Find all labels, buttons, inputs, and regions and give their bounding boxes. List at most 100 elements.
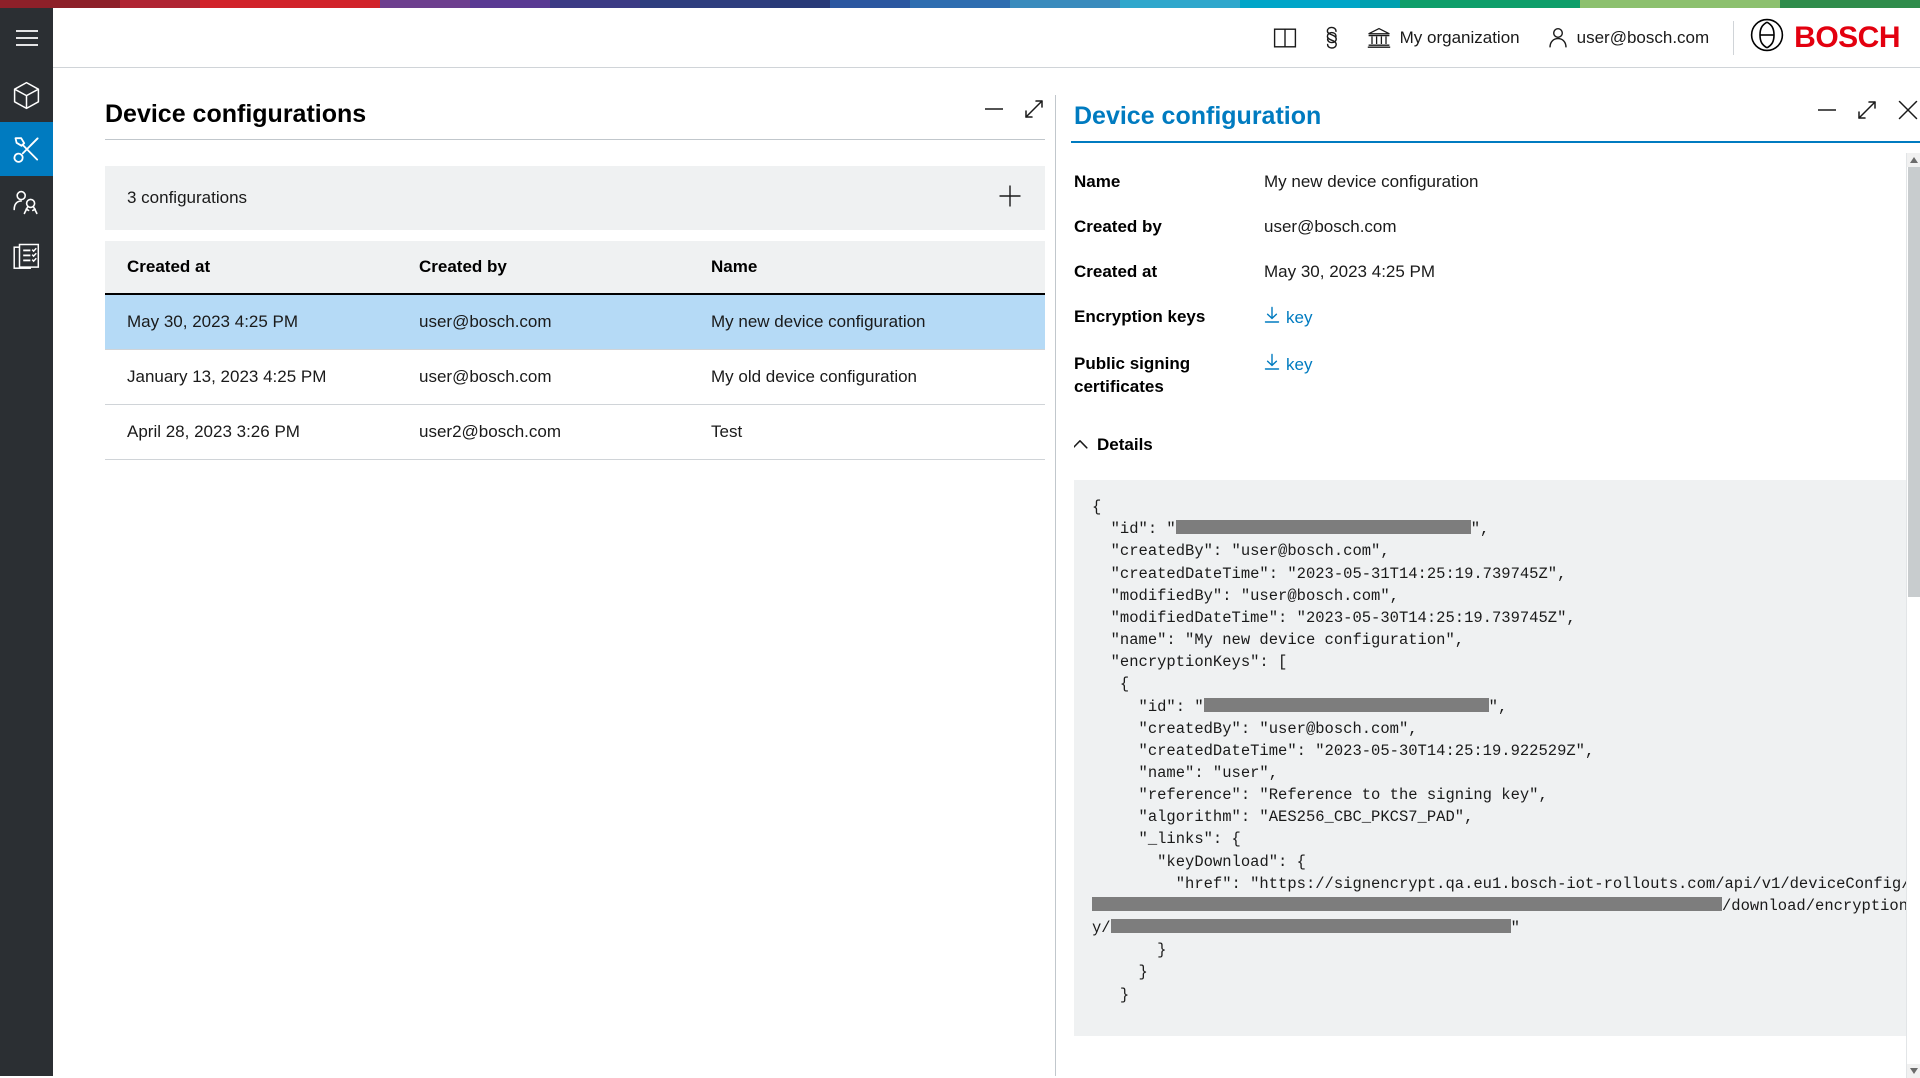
supergraphic-segment xyxy=(1010,0,1120,8)
redacted-value xyxy=(1176,520,1471,534)
user-account-button[interactable]: user@bosch.com xyxy=(1534,8,1724,68)
sidebar-item-access[interactable] xyxy=(0,176,53,230)
bosch-anchor-icon xyxy=(1750,18,1784,57)
cell-name: Test xyxy=(689,405,1045,460)
minimize-icon[interactable] xyxy=(1816,103,1838,122)
sidebar-item-documents[interactable] xyxy=(0,230,53,284)
field-encryption-keys: Encryption keys key xyxy=(1074,306,1920,331)
field-label: Name xyxy=(1074,171,1264,194)
header-divider xyxy=(1733,21,1734,55)
field-value: key xyxy=(1264,353,1312,399)
supergraphic-segment xyxy=(380,0,470,8)
expand-icon[interactable] xyxy=(1856,99,1878,126)
app-header: My organization user@bosch.com BOSCH xyxy=(53,8,1920,68)
list-panel-header: Device configurations xyxy=(105,98,1045,139)
chevron-up-icon xyxy=(1074,435,1088,455)
field-value: My new device configuration xyxy=(1264,171,1479,194)
download-link-label: key xyxy=(1286,307,1312,330)
table-row[interactable]: April 28, 2023 3:26 PM user2@bosch.com T… xyxy=(105,405,1045,460)
field-created-by: Created by user@bosch.com xyxy=(1074,216,1920,239)
detail-scroll-area: Name My new device configuration Created… xyxy=(1074,143,1920,1068)
download-link-label: key xyxy=(1286,354,1312,377)
list-panel-controls xyxy=(983,98,1045,129)
device-configuration-detail-panel: Device configuration xyxy=(1074,98,1920,1076)
configurations-table: Created at Created by Name May 30, 2023 … xyxy=(105,241,1045,460)
cell-created-at: May 30, 2023 4:25 PM xyxy=(105,294,397,350)
cell-created-by: user@bosch.com xyxy=(397,350,689,405)
configuration-json: { "id": "", "createdBy": "user@bosch.com… xyxy=(1074,480,1920,1036)
table-header-row: Created at Created by Name xyxy=(105,241,1045,294)
field-name: Name My new device configuration xyxy=(1074,171,1920,194)
sidebar-item-tools[interactable] xyxy=(0,122,53,176)
supergraphic-segment xyxy=(0,0,120,8)
tools-icon xyxy=(12,135,41,164)
organization-icon xyxy=(1367,27,1391,49)
cell-name: My old device configuration xyxy=(689,350,1045,405)
field-label: Encryption keys xyxy=(1074,306,1264,331)
list-panel-underline xyxy=(105,139,1045,140)
supergraphic-segment xyxy=(550,0,640,8)
close-icon[interactable] xyxy=(1896,98,1920,127)
detail-panel-controls xyxy=(1816,98,1920,131)
table-row[interactable]: January 13, 2023 4:25 PM user@bosch.com … xyxy=(105,350,1045,405)
supergraphic-segment xyxy=(120,0,200,8)
scrollbar-thumb[interactable] xyxy=(1908,167,1920,597)
plus-icon[interactable] xyxy=(997,183,1023,214)
field-label: Created at xyxy=(1074,261,1264,284)
configuration-count: 3 configurations xyxy=(127,188,247,208)
user-icon xyxy=(1548,27,1568,49)
download-signing-certificate-link[interactable]: key xyxy=(1264,353,1312,378)
cell-created-by: user2@bosch.com xyxy=(397,405,689,460)
expand-icon[interactable] xyxy=(1023,98,1045,125)
organization-button[interactable]: My organization xyxy=(1353,8,1534,68)
cell-created-by: user@bosch.com xyxy=(397,294,689,350)
field-label: Created by xyxy=(1074,216,1264,239)
supergraphic-segment xyxy=(200,0,380,8)
cell-created-at: January 13, 2023 4:25 PM xyxy=(105,350,397,405)
bosch-wordmark: BOSCH xyxy=(1794,21,1900,55)
redacted-value xyxy=(1111,919,1511,933)
supergraphic-segment xyxy=(640,0,770,8)
redacted-value xyxy=(1092,897,1722,911)
table-row[interactable]: May 30, 2023 4:25 PM user@bosch.com My n… xyxy=(105,294,1045,350)
table-body: May 30, 2023 4:25 PM user@bosch.com My n… xyxy=(105,294,1045,460)
field-created-at: Created at May 30, 2023 4:25 PM xyxy=(1074,261,1920,284)
supergraphic-segment xyxy=(1360,0,1400,8)
sidebar-item-devices[interactable] xyxy=(0,68,53,122)
supergraphic-segment xyxy=(1240,0,1360,8)
supergraphic-segment xyxy=(830,0,910,8)
table-header: Created at Created by Name xyxy=(105,241,1045,294)
detail-panel-title: Device configuration xyxy=(1074,101,1321,131)
supergraphic-segment xyxy=(1580,0,1780,8)
cube-icon xyxy=(13,81,40,110)
detail-panel-header: Device configuration xyxy=(1074,98,1920,141)
legal-notice-button[interactable] xyxy=(1311,8,1353,68)
document-list-icon xyxy=(13,243,40,271)
supergraphic-segment xyxy=(770,0,830,8)
cell-created-at: April 28, 2023 3:26 PM xyxy=(105,405,397,460)
user-key-icon xyxy=(12,190,41,217)
bosch-supergraphic xyxy=(0,0,1920,8)
redacted-value xyxy=(1204,698,1489,712)
details-accordion-toggle[interactable]: Details xyxy=(1074,435,1153,455)
detail-scrollbar[interactable] xyxy=(1906,153,1920,1078)
column-header-created-by[interactable]: Created by xyxy=(397,241,689,294)
download-encryption-key-link[interactable]: key xyxy=(1264,306,1312,331)
device-configurations-panel: Device configurations 3 configur xyxy=(105,98,1045,460)
book-open-button[interactable] xyxy=(1259,8,1311,68)
section-sign-icon xyxy=(1325,26,1339,50)
supergraphic-segment xyxy=(1120,0,1240,8)
column-header-name[interactable]: Name xyxy=(689,241,1045,294)
panel-split-divider[interactable] xyxy=(1055,95,1056,1076)
download-icon xyxy=(1264,306,1280,331)
supergraphic-segment xyxy=(910,0,1010,8)
supergraphic-segment xyxy=(470,0,550,8)
field-value: May 30, 2023 4:25 PM xyxy=(1264,261,1435,284)
page-title: Device configurations xyxy=(105,99,366,129)
bosch-logo: BOSCH xyxy=(1750,8,1920,68)
scroll-up-arrow-icon[interactable] xyxy=(1907,153,1920,167)
minimize-icon[interactable] xyxy=(983,102,1005,121)
supergraphic-segment xyxy=(1400,0,1580,8)
menu-icon[interactable] xyxy=(0,8,53,68)
column-header-created-at[interactable]: Created at xyxy=(105,241,397,294)
